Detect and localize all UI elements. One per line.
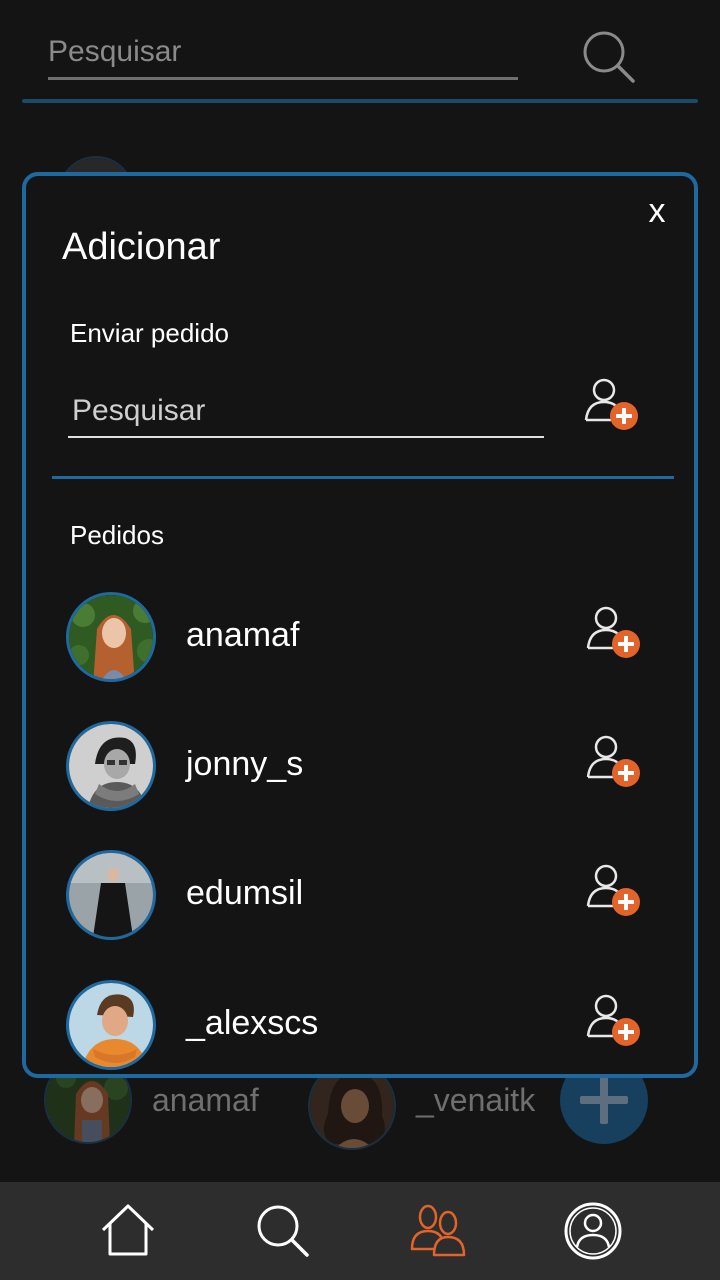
search-icon <box>583 31 635 83</box>
top-search-field[interactable] <box>48 26 518 80</box>
request-row: anamaf <box>66 592 666 684</box>
nav-search[interactable] <box>251 1199 315 1263</box>
home-icon <box>101 1204 154 1256</box>
nav-friends[interactable] <box>406 1199 470 1263</box>
contact-name: anamaf <box>152 1082 259 1118</box>
avatar <box>66 850 156 940</box>
accept-request-button[interactable] <box>580 729 644 793</box>
profile-icon <box>564 1202 621 1260</box>
request-username: edumsil <box>186 874 304 912</box>
accept-request-button[interactable] <box>580 858 644 922</box>
bottom-navigation <box>0 1182 720 1280</box>
add-user-icon <box>586 606 640 658</box>
request-search-field[interactable] <box>68 386 544 438</box>
plus-icon <box>580 1076 628 1124</box>
request-row: _alexscs <box>66 980 666 1072</box>
request-username: jonny_s <box>186 745 304 783</box>
accept-request-button[interactable] <box>580 600 644 664</box>
top-search-input[interactable] <box>48 26 518 77</box>
avatar <box>66 721 156 811</box>
close-button[interactable]: x <box>642 192 672 231</box>
contact-name: _venaitk <box>416 1082 536 1118</box>
add-user-icon <box>584 378 638 430</box>
add-friend-modal: x Adicionar Enviar pedido Pedidos <box>22 172 698 1078</box>
request-username: anamaf <box>186 616 300 654</box>
add-user-icon <box>586 735 640 787</box>
add-user-icon <box>586 864 640 916</box>
request-row: jonny_s <box>66 721 666 813</box>
friends-icon <box>410 1204 465 1257</box>
top-search-button[interactable] <box>580 28 638 86</box>
search-icon <box>257 1205 309 1257</box>
add-user-icon <box>586 994 640 1046</box>
requests-label: Pedidos <box>70 520 164 550</box>
send-request-button[interactable] <box>578 372 642 436</box>
request-username: _alexscs <box>186 1004 319 1042</box>
modal-divider <box>52 476 674 479</box>
nav-profile[interactable] <box>561 1199 625 1263</box>
request-search-input[interactable] <box>68 386 544 436</box>
top-divider <box>22 99 698 103</box>
nav-home[interactable] <box>96 1199 160 1263</box>
send-request-label: Enviar pedido <box>70 318 229 348</box>
request-row: edumsil <box>66 850 666 942</box>
modal-title: Adicionar <box>62 226 221 268</box>
accept-request-button[interactable] <box>580 988 644 1052</box>
avatar <box>66 980 156 1070</box>
avatar <box>66 592 156 682</box>
